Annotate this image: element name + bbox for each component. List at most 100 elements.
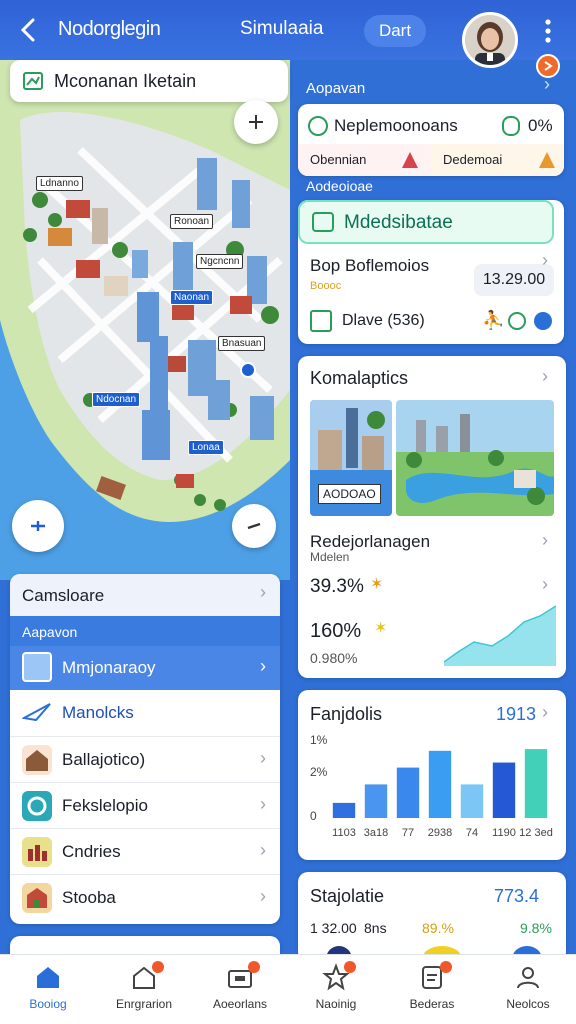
- list-item-label: Ballajotico): [62, 750, 146, 769]
- list-item[interactable]: Fekslelopio ›: [10, 782, 280, 828]
- nav-label: Bederas: [409, 997, 455, 1011]
- nav-item-profile[interactable]: Neolcos: [480, 955, 576, 1024]
- section-label: Aodeoioae: [306, 178, 373, 194]
- list-selected-group: Aapavon Mmjonaraoy ›: [10, 616, 280, 690]
- x-tick-label: 12 3ed: [519, 827, 553, 839]
- stat-left-label: Obennian: [298, 144, 431, 176]
- map-search-box[interactable]: Mconanan Iketain: [10, 60, 288, 102]
- map-label[interactable]: Lonaa: [188, 440, 224, 455]
- list-group-label: Aapavon: [22, 624, 78, 640]
- map-label[interactable]: Ngcncnn: [196, 254, 244, 269]
- model-card-header[interactable]: Mdedsibatae: [298, 200, 554, 244]
- mode-pill[interactable]: Dart: [364, 15, 426, 47]
- model-card-title: Mdedsibatae: [344, 212, 453, 233]
- link-icon[interactable]: [534, 312, 552, 330]
- chevron-right-icon[interactable]: ›: [260, 748, 266, 769]
- bar[interactable]: [524, 749, 548, 818]
- map-label[interactable]: Ronoan: [170, 214, 214, 229]
- x-tick-label: 77: [402, 827, 414, 839]
- grid-icon: [22, 652, 52, 682]
- nav-item-home[interactable]: Booiog: [0, 955, 96, 1024]
- list-item[interactable]: Cndries ›: [10, 828, 280, 874]
- bar[interactable]: [364, 784, 388, 818]
- bar[interactable]: [428, 750, 452, 818]
- list-item[interactable]: Stooba ›: [10, 874, 280, 920]
- city-thumbnail[interactable]: AODOAO: [310, 400, 392, 516]
- compass-button[interactable]: [232, 504, 276, 548]
- park-thumbnail[interactable]: [396, 400, 554, 516]
- avatar[interactable]: [462, 12, 518, 68]
- chevron-right-icon[interactable]: ›: [260, 582, 266, 603]
- up-arrow-icon: [402, 152, 418, 168]
- map-label[interactable]: Bnasuan: [218, 336, 266, 351]
- chevron-right-icon[interactable]: ›: [260, 656, 266, 677]
- map-icon: [22, 70, 44, 92]
- location-pin-icon[interactable]: [240, 362, 256, 378]
- sim-value: 773.4: [494, 886, 540, 906]
- stat-left-text: Obennian: [310, 152, 367, 167]
- zoom-in-button[interactable]: [234, 100, 278, 144]
- section-label: Aopavan: [306, 80, 366, 97]
- chart-icon: [310, 310, 332, 332]
- stat-percent: 0%: [528, 116, 553, 135]
- screen-title: Simulaaia: [240, 18, 324, 39]
- refresh-icon[interactable]: [508, 312, 526, 330]
- bar[interactable]: [492, 762, 516, 818]
- chevron-right-icon[interactable]: ›: [544, 74, 550, 95]
- chevron-right-icon[interactable]: ›: [542, 574, 548, 595]
- y-tick-label: 1%: [310, 733, 328, 747]
- plane-icon: [20, 698, 52, 728]
- nav-item-reports[interactable]: Bederas: [384, 955, 480, 1024]
- y-tick-label: 0: [310, 809, 317, 823]
- analytics-card[interactable]: Komalaptics › AODOAO Redejorlanagen Mdel…: [298, 356, 566, 678]
- list-header[interactable]: Camsloare ›: [10, 574, 280, 616]
- nav-item-operations[interactable]: Aoeorlans: [192, 955, 288, 1024]
- nav-badge: [248, 961, 260, 973]
- map-label[interactable]: Ldnanno: [36, 176, 83, 191]
- shop-icon: [22, 883, 52, 913]
- list-item[interactable]: Ballajotico) ›: [10, 736, 280, 782]
- bar[interactable]: [332, 802, 356, 818]
- chevron-right-icon[interactable]: ›: [260, 794, 266, 815]
- ring-icon: [22, 791, 52, 821]
- model-card[interactable]: Mdedsibatae Bop Boflemoios Boooc 13.29.0…: [298, 200, 564, 344]
- chevron-right-icon[interactable]: ›: [542, 366, 548, 387]
- locate-button[interactable]: [12, 500, 64, 552]
- stat-title: Neplemoonoans: [334, 116, 458, 135]
- nav-badge: [152, 961, 164, 973]
- bars-icon: [22, 837, 52, 867]
- map-label[interactable]: Ndocnan: [92, 392, 141, 407]
- sim-pct-2: 9.8%: [520, 920, 552, 936]
- nav-item-buildings[interactable]: Enrgrarion: [96, 955, 192, 1024]
- bottom-navigation: Booiog Enrgrarion Aoeorlans Naoinig Bede…: [0, 954, 576, 1024]
- lock-icon: [502, 116, 520, 136]
- sim-title: Stajolatie: [310, 886, 385, 906]
- y-tick-label: 2%: [310, 765, 328, 779]
- analytics-subtitle: Redejorlanagen: [310, 532, 431, 551]
- chevron-right-icon[interactable]: ›: [542, 250, 548, 271]
- model-line1: Bop Boflemoios: [310, 256, 430, 275]
- nav-item-missions[interactable]: Naoinig: [288, 955, 384, 1024]
- revenue-title: Fanjdolis: [310, 704, 383, 724]
- map-label[interactable]: Naonan: [170, 290, 214, 305]
- more-vert-icon[interactable]: [540, 18, 556, 44]
- list-item-selected[interactable]: Mmjonaraoy ›: [10, 646, 280, 690]
- x-tick-label: 1103: [332, 827, 356, 839]
- chevron-right-icon[interactable]: ›: [260, 840, 266, 861]
- bar[interactable]: [396, 767, 420, 818]
- chevron-right-icon[interactable]: ›: [542, 530, 548, 551]
- revenue-card[interactable]: Fanjdolis 1913 › 1% 2% 0 1103 3a18 77 2938 74 11…: [298, 690, 566, 860]
- revenue-value: 1913: [496, 704, 537, 724]
- nav-label: Naoinig: [315, 997, 357, 1011]
- simulation-card[interactable]: Stajolatie 773.4 1 32.00 8ns 89.% 9.8%: [298, 872, 566, 972]
- chevron-right-icon[interactable]: ›: [260, 886, 266, 907]
- stat-card[interactable]: Neplemoonoans 0% Obennian Dedemoai: [298, 104, 564, 176]
- analytics-subtitle2: Mdelen: [310, 550, 350, 564]
- back-arrow-icon[interactable]: [16, 16, 42, 44]
- chevron-right-icon[interactable]: ›: [542, 702, 548, 723]
- up-arrow-icon: [539, 152, 555, 168]
- list-item[interactable]: Manolcks: [10, 690, 280, 736]
- bar[interactable]: [460, 784, 484, 818]
- person-icon[interactable]: ⛹: [482, 311, 504, 330]
- x-tick-label: 74: [466, 827, 478, 839]
